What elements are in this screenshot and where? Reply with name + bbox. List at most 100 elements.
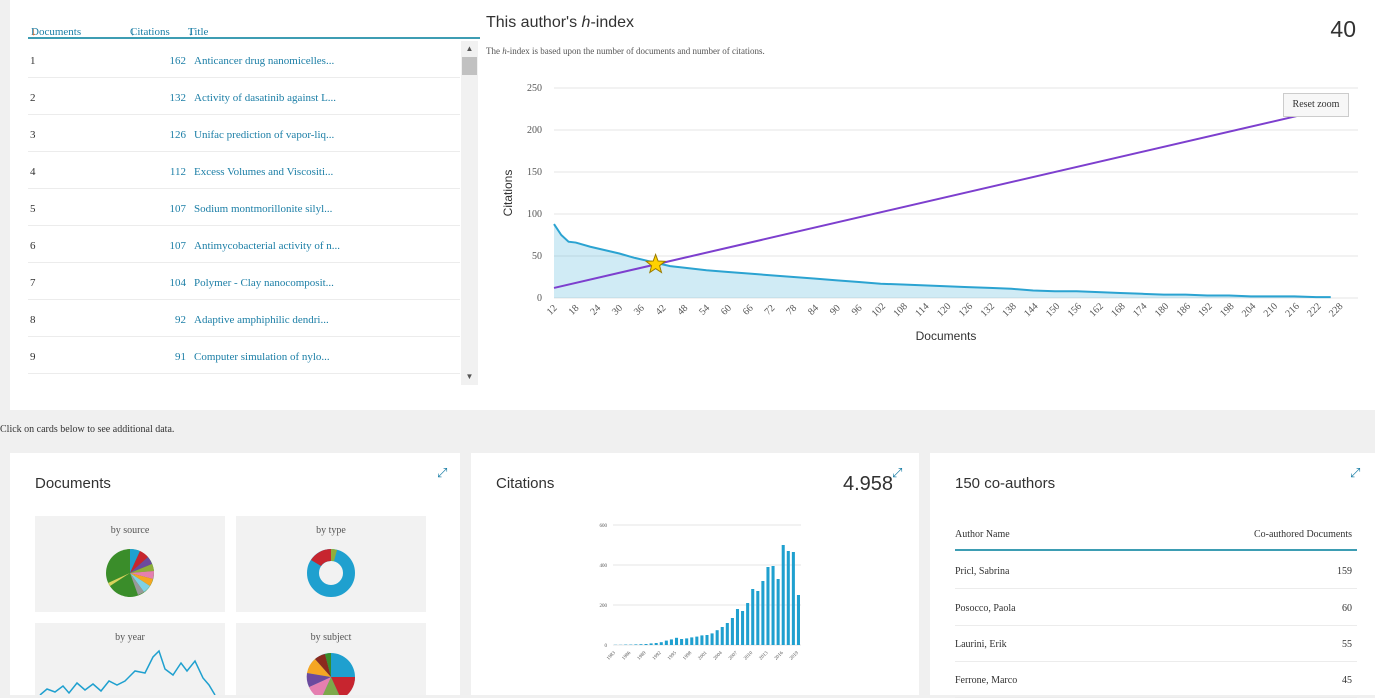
x-axis-title: Documents (916, 329, 977, 343)
coauthor-count: 159 (1337, 566, 1352, 577)
y-tick-label: 150 (527, 167, 542, 178)
coauthor-name[interactable]: Pricl, Sabrina (955, 566, 1009, 577)
citation-bar (665, 641, 668, 645)
row-number: 4 (30, 166, 36, 178)
documents-table: Documents ↓ Citations ↓ Title ↓ 1 162 Anti… (28, 0, 480, 395)
col-coauthored-docs[interactable]: Co-authored Documents (1254, 529, 1352, 540)
row-title-link[interactable]: Antimycobacterial activity of n... (194, 240, 340, 252)
y-tick-label: 100 (527, 209, 542, 220)
row-title-link[interactable]: Sodium montmorillonite silyl... (194, 203, 332, 215)
row-citations[interactable]: 126 (128, 129, 186, 141)
table-row[interactable]: 892Adaptive amphiphilic dendri... (28, 300, 460, 337)
citation-bar (741, 611, 744, 645)
coauthor-row[interactable]: Ferrone, Marco 45 (955, 662, 1357, 698)
col-author-name[interactable]: Author Name (955, 529, 1010, 540)
citation-bar (650, 643, 653, 645)
citation-bar (792, 552, 795, 645)
x-tick-label: 30 (610, 303, 625, 318)
coauthor-name[interactable]: Posocco, Paola (955, 603, 1016, 614)
scroll-up-arrow-icon[interactable]: ▲ (461, 41, 478, 57)
row-citations[interactable]: 162 (128, 55, 186, 67)
expand-icon[interactable]: ⤢ (1350, 465, 1360, 481)
table-scrollbar[interactable]: ▲ ▼ (461, 41, 478, 385)
x-tick-label: 2010 (744, 651, 755, 662)
donut-chart-type (236, 516, 426, 612)
mini-by-type[interactable]: by type (236, 516, 426, 612)
row-citations[interactable]: 107 (128, 203, 186, 215)
y-tick-label: 0 (605, 644, 608, 649)
mini-by-source[interactable]: by source (35, 516, 225, 612)
citation-bar (797, 595, 800, 645)
citation-bar (716, 630, 719, 645)
table-row[interactable]: 3126Unifac prediction of vapor-liq... (28, 115, 460, 152)
coauthor-count: 45 (1342, 675, 1352, 686)
coauthor-name[interactable]: Laurini, Erik (955, 639, 1007, 650)
row-title-link[interactable]: Polymer - Clay nanocomposit... (194, 277, 334, 289)
x-tick-label: 66 (741, 303, 756, 318)
row-title-link[interactable]: Adaptive amphiphilic dendri... (194, 314, 329, 326)
documents-card[interactable]: Documents ⤢ by source by type (10, 453, 460, 695)
table-row[interactable]: 1 162 Anticancer drug nanomicelles... (28, 41, 460, 78)
row-number: 1 (30, 55, 36, 67)
row-title-link[interactable]: Unifac prediction of vapor-liq... (194, 129, 334, 141)
table-row[interactable]: 4 112 Excess Volumes and Viscositi... (28, 152, 460, 189)
scroll-thumb[interactable] (462, 57, 477, 75)
x-tick-label: 1983 (606, 651, 617, 662)
citations-bar-chart[interactable]: 0200400600198319861989199219951998200120… (591, 515, 811, 695)
y-tick-label: 0 (537, 293, 542, 304)
coauthor-count: 55 (1342, 639, 1352, 650)
x-tick-label: 78 (784, 303, 799, 318)
mini-by-year[interactable]: by year (35, 623, 225, 695)
table-row[interactable]: 5107Sodium montmorillonite silyl... (28, 189, 460, 226)
x-tick-label: 162 (1087, 301, 1105, 319)
row-title-link[interactable]: Anticancer drug nanomicelles... (194, 55, 334, 67)
x-tick-label: 84 (806, 303, 821, 318)
documents-header-label: Documents (31, 26, 81, 38)
citations-card[interactable]: Citations 4.958 ⤢ 0200400600198319861989… (471, 453, 919, 695)
citation-bar (761, 581, 764, 645)
scroll-down-arrow-icon[interactable]: ▼ (461, 369, 478, 385)
expand-icon[interactable]: ⤢ (437, 465, 447, 481)
x-tick-label: 2016 (774, 651, 785, 662)
row-title-link[interactable]: Activity of dasatinib against L... (194, 92, 336, 104)
row-citations[interactable]: 92 (128, 314, 186, 326)
row-citations[interactable]: 132 (128, 92, 186, 104)
y-tick-label: 250 (527, 83, 542, 94)
row-title-link[interactable]: Computer simulation of nylo... (194, 351, 330, 363)
table-row[interactable]: 6107Antimycobacterial activity of n... (28, 226, 460, 263)
row-citations[interactable]: 104 (128, 277, 186, 289)
x-tick-label: 2004 (713, 651, 724, 662)
y-tick-label: 200 (527, 125, 542, 136)
table-row[interactable]: 2 132 Activity of dasatinib against L... (28, 78, 460, 115)
x-tick-label: 36 (632, 303, 647, 318)
row-citations[interactable]: 112 (128, 166, 186, 178)
citation-bar (726, 623, 729, 645)
expand-icon[interactable]: ⤢ (892, 465, 902, 481)
row-title-link[interactable]: Excess Volumes and Viscositi... (194, 166, 333, 178)
arrow-down-icon: ↓ (31, 26, 37, 38)
coauthor-row[interactable]: Posocco, Paola60 (955, 590, 1357, 626)
pie-chart-source (35, 516, 225, 612)
arrow-down-icon: ↓ (188, 26, 194, 38)
citation-bar (685, 638, 688, 645)
citations-card-title: Citations (496, 475, 554, 492)
x-tick-label: 138 (1000, 301, 1018, 319)
row-citations[interactable]: 107 (128, 240, 186, 252)
table-header: Documents ↓ Citations ↓ Title ↓ (28, 0, 480, 39)
table-row[interactable]: 991Computer simulation of nylo... (28, 337, 460, 374)
coauthor-row[interactable]: Pricl, Sabrina 159 (955, 553, 1357, 589)
x-tick-label: 192 (1196, 301, 1214, 319)
citation-bar (634, 644, 637, 645)
hindex-chart[interactable]: 0501001502002501218243036424854606672788… (486, 70, 1366, 360)
coauthor-name[interactable]: Ferrone, Marco (955, 675, 1017, 686)
coauthors-card[interactable]: 150 co-authors ⤢ Author Name Co-authored… (930, 453, 1375, 695)
coauthor-row[interactable]: Laurini, Erik 55 (955, 626, 1357, 662)
row-number: 2 (30, 92, 36, 104)
table-row[interactable]: 7104Polymer - Clay nanocomposit... (28, 263, 460, 300)
reset-zoom-button[interactable]: Reset zoom (1283, 93, 1349, 117)
citation-bar (675, 638, 678, 645)
x-tick-label: 18 (567, 303, 582, 318)
x-tick-label: 168 (1109, 301, 1127, 319)
row-citations[interactable]: 91 (128, 351, 186, 363)
mini-by-subject[interactable]: by subject (236, 623, 426, 695)
